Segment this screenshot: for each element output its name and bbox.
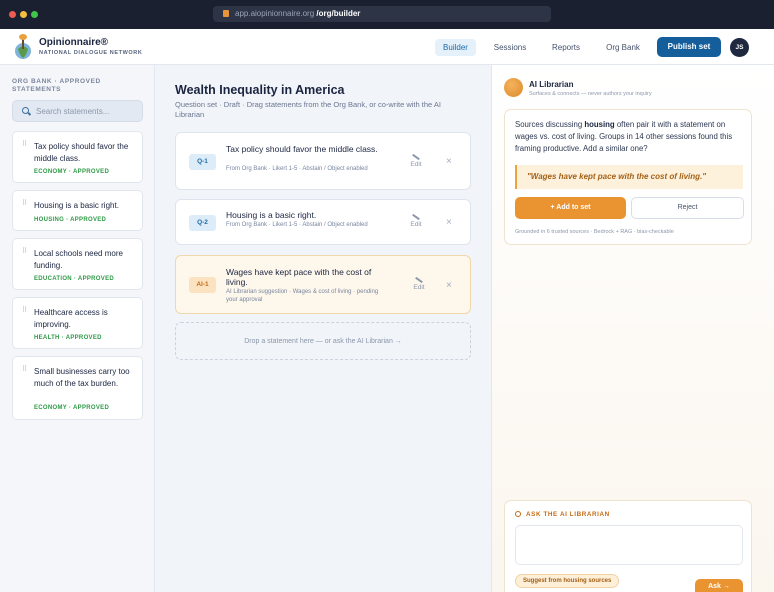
ask-input[interactable] [515,525,743,565]
bank-statement-card[interactable]: ⠿ Healthcare access is improving. HEALTH… [12,297,143,349]
statement-tag: ECONOMY · APPROVED [34,405,110,411]
statement-text: Small businesses carry too much of the t… [34,367,130,388]
bank-statement-card[interactable]: ⠿ Tax policy should favor the middle cla… [12,131,143,183]
builder-main: Wealth Inequality in America Question se… [155,65,491,592]
question-text: Housing is a basic right. [226,210,317,220]
librarian-name: AI Librarian [529,80,574,89]
bank-statement-card[interactable]: ⠿ Small businesses carry too much of the… [12,356,143,420]
ask-title-label: ASK THE AI LIBRARIAN [526,511,610,518]
url-path: /org/builder [316,9,361,18]
question-card[interactable]: Q-2 Housing is a basic right. From Org B… [175,199,471,245]
ask-button[interactable]: Ask → [695,579,743,592]
brand-subtitle: NATIONAL DIALOGUE NETWORK [39,50,143,56]
nav-builder[interactable]: Builder [435,39,476,56]
librarian-avatar-icon [504,78,523,97]
close-window-button[interactable] [9,11,16,18]
statement-tag: EDUCATION · APPROVED [34,276,115,282]
question-card[interactable]: Q-1 Tax policy should favor the middle c… [175,132,471,190]
ai-librarian-panel: AI Librarian Surfaces & connects — never… [491,65,774,592]
question-meta: From Org Bank · Likert 1-5 · Abstain / O… [226,222,368,228]
search-icon [22,107,29,114]
sidebar-title: ORG BANK · APPROVED STATEMENTS [12,78,101,93]
remove-question-button[interactable]: × [446,156,452,167]
add-to-set-button[interactable]: + Add to set [515,197,626,219]
remove-question-button[interactable]: × [446,217,452,228]
edit-button[interactable]: Edit [409,276,429,291]
question-meta: AI Librarian suggestion · Wages & cost o… [226,289,379,303]
ask-title: ASK THE AI LIBRARIAN [515,511,610,518]
pencil-icon [412,213,420,221]
drag-handle-icon[interactable]: ⠿ [22,248,27,255]
statement-text: Healthcare access is improving. [34,308,108,329]
pencil-icon [415,276,423,284]
statement-dropzone[interactable]: Drop a statement here — or ask the AI Li… [175,322,471,360]
edit-button[interactable]: Edit [406,213,426,228]
librarian-subtitle: Surfaces & connects — never authors your… [529,91,652,97]
org-bank-sidebar: ORG BANK · APPROVED STATEMENTS ⠿ Tax pol… [0,65,155,592]
suggest-chip[interactable]: Suggest from housing sources [515,574,620,588]
address-bar[interactable]: app.aiopinionnaire.org /org/builder [213,6,551,22]
question-badge: AI-1 [189,277,216,293]
minimize-window-button[interactable] [20,11,27,18]
reject-button[interactable]: Reject [631,197,744,219]
maximize-window-button[interactable] [31,11,38,18]
question-badge: Q-2 [189,215,216,231]
bank-statement-card[interactable]: ⠿ Local schools need more funding. EDUCA… [12,238,143,290]
ask-librarian-box: ASK THE AI LIBRARIAN Suggest from housin… [504,500,752,592]
message-pre: Sources discussing [515,120,585,129]
search-input[interactable] [36,103,140,119]
edit-label: Edit [410,161,422,168]
suggestion-card: Sources discussing housing often pair it… [504,109,752,245]
statement-text: Tax policy should favor the middle class… [34,142,129,163]
message-keyword: housing [584,120,615,129]
drag-handle-icon[interactable]: ⠿ [22,366,27,373]
app-header: Opinionnaire® NATIONAL DIALOGUE NETWORK … [0,29,774,65]
nav-sessions[interactable]: Sessions [488,39,532,56]
drag-handle-icon[interactable]: ⠿ [22,141,27,148]
page-subtitle: Question set · Draft · Drag statements f… [175,100,441,119]
user-avatar[interactable]: JS [730,38,749,57]
statement-text: Housing is a basic right. [34,201,119,210]
publish-button[interactable]: Publish set [657,37,721,57]
statement-tag: ECONOMY · APPROVED [34,169,110,175]
browser-chrome: app.aiopinionnaire.org /org/builder [0,0,774,29]
question-badge: Q-1 [189,154,216,170]
logo-icon [15,34,31,59]
drag-handle-icon[interactable]: ⠿ [22,200,27,207]
question-text: Wages have kept pace with the cost of li… [226,267,372,287]
bank-statement-card[interactable]: ⠿ Housing is a basic right. HOUSING · AP… [12,190,143,231]
url-domain: app.aiopinionnaire.org [235,9,315,18]
question-text: Tax policy should favor the middle class… [226,144,378,154]
brand-name: Opinionnaire® [39,37,109,48]
statement-tag: HOUSING · APPROVED [34,217,107,223]
edit-button[interactable]: Edit [406,153,426,168]
chat-icon [515,511,521,517]
drag-handle-icon[interactable]: ⠿ [22,307,27,314]
remove-question-button[interactable]: × [446,280,452,291]
edit-label: Edit [410,221,422,228]
grounding-note: Grounded in 6 trusted sources · Bedrock … [515,229,674,235]
statement-text: Local schools need more funding. [34,249,123,270]
lock-icon [223,10,229,17]
nav-org-bank[interactable]: Org Bank [600,39,646,56]
suggested-statement: "Wages have kept pace with the cost of l… [515,165,743,189]
pencil-icon [412,153,420,161]
edit-label: Edit [413,284,425,291]
suggestion-message: Sources discussing housing often pair it… [515,119,747,155]
nav-reports[interactable]: Reports [546,39,586,56]
ai-question-card[interactable]: AI-1 Wages have kept pace with the cost … [175,255,471,314]
question-meta: From Org Bank · Likert 1-5 · Abstain / O… [226,166,368,172]
page-title: Wealth Inequality in America [175,83,345,97]
search-box [12,100,143,122]
statement-tag: HEALTH · APPROVED [34,335,102,341]
